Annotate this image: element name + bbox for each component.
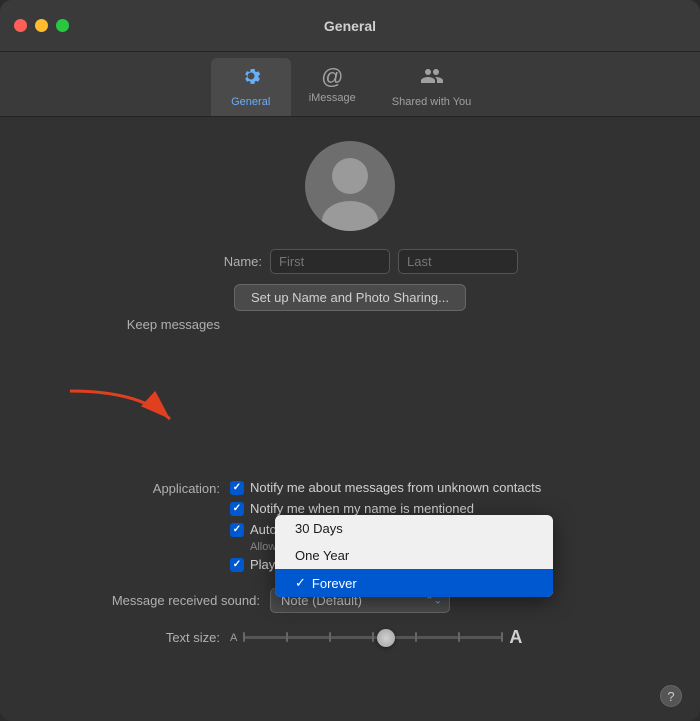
tab-general-label: General [231, 96, 270, 108]
checkbox-autoplay-input[interactable]: ✓ [230, 523, 244, 537]
content-area: Name: Set up Name and Photo Sharing... K… [0, 117, 700, 721]
checkbox-sound-input[interactable]: ✓ [230, 558, 244, 572]
help-button[interactable]: ? [660, 685, 682, 707]
checkbox-unknown-contacts: ✓ Notify me about messages from unknown … [230, 480, 541, 495]
tab-shared-label: Shared with You [392, 96, 472, 108]
last-name-input[interactable] [398, 249, 518, 274]
slider-tick [458, 632, 460, 642]
preferences-window: General General @ iMessage Shared with Y… [0, 0, 700, 721]
textsize-row: Text size: A A [40, 627, 660, 648]
close-button[interactable] [14, 19, 27, 32]
application-label: Application: [80, 480, 220, 496]
dropdown-item-30days[interactable]: 30 Days [275, 515, 553, 542]
checkbox-unknown-input[interactable]: ✓ [230, 481, 244, 495]
checkbox-unknown-label: Notify me about messages from unknown co… [250, 480, 541, 495]
keep-messages-section: Keep messages 30 Days One Year ✓ Forever [40, 317, 660, 332]
checkmark-icon: ✓ [295, 575, 306, 591]
titlebar: General [0, 0, 700, 52]
keep-messages-label: Keep messages [80, 317, 220, 332]
traffic-lights [14, 19, 69, 32]
slider-tick [329, 632, 331, 642]
setup-button[interactable]: Set up Name and Photo Sharing... [234, 284, 466, 311]
checkbox-mention-input[interactable]: ✓ [230, 502, 244, 516]
gear-icon [239, 64, 263, 94]
maximize-button[interactable] [56, 19, 69, 32]
name-label: Name: [182, 254, 262, 269]
textsize-label: Text size: [80, 630, 220, 645]
dropdown-item-forever[interactable]: ✓ Forever [275, 569, 553, 597]
keep-messages-row: Keep messages [40, 317, 660, 332]
textsize-slider-container [243, 628, 503, 648]
first-name-input[interactable] [270, 249, 390, 274]
tab-shared[interactable]: Shared with You [374, 58, 490, 116]
dropdown-item-oneyear[interactable]: One Year [275, 542, 553, 569]
slider-tick [415, 632, 417, 642]
slider-ticks [243, 632, 503, 642]
at-icon: @ [321, 64, 343, 90]
keep-messages-dropdown[interactable]: 30 Days One Year ✓ Forever [275, 515, 553, 597]
avatar-section [40, 141, 660, 231]
setup-row: Set up Name and Photo Sharing... [40, 284, 660, 311]
avatar[interactable] [305, 141, 395, 231]
tab-imessage[interactable]: @ iMessage [291, 58, 374, 116]
name-row: Name: [40, 249, 660, 274]
textsize-large-a: A [509, 627, 522, 648]
tab-general[interactable]: General [211, 58, 291, 116]
tab-imessage-label: iMessage [309, 92, 356, 104]
slider-tick [501, 632, 503, 642]
sound-label: Message received sound: [80, 593, 260, 608]
arrow-indicator [60, 381, 180, 446]
checkbox-mention: ✓ Notify me when my name is mentioned [230, 501, 541, 516]
window-title: General [324, 18, 376, 34]
slider-tick [372, 632, 374, 642]
slider-track [243, 636, 503, 639]
checkbox-mention-label: Notify me when my name is mentioned [250, 501, 474, 516]
slider-tick [286, 632, 288, 642]
slider-tick [243, 632, 245, 642]
minimize-button[interactable] [35, 19, 48, 32]
textsize-small-a: A [230, 632, 237, 644]
share-icon [420, 64, 444, 94]
textsize-slider-thumb[interactable] [377, 629, 395, 647]
toolbar: General @ iMessage Shared with You [0, 52, 700, 117]
